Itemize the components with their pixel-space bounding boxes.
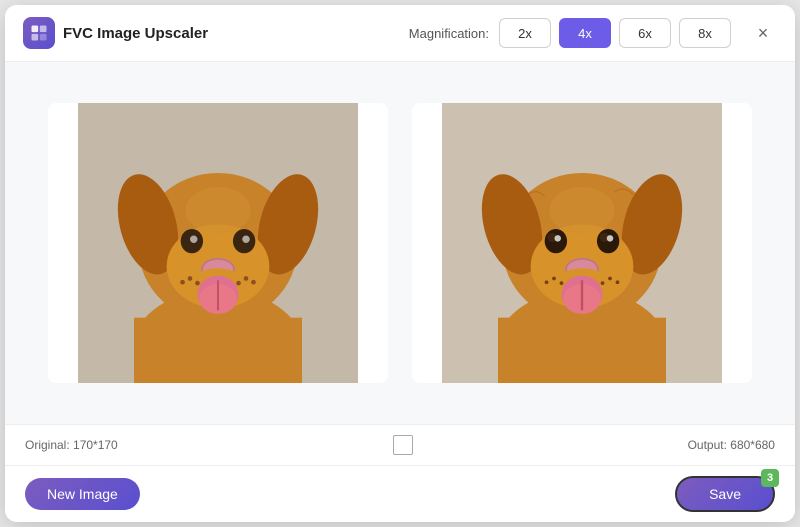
original-info-text: Original: 170*170: [25, 438, 118, 452]
upscaled-dog-image: [442, 103, 722, 383]
main-window: FVC Image Upscaler Magnification: 2x 4x …: [5, 5, 795, 522]
output-info-text: Output: 680*680: [688, 438, 775, 452]
app-logo-icon: [23, 17, 55, 49]
magnification-buttons: 2x 4x 6x 8x: [499, 18, 731, 48]
new-image-button[interactable]: New Image: [25, 478, 140, 510]
magnification-label: Magnification:: [409, 26, 489, 41]
close-button[interactable]: ×: [749, 19, 777, 47]
original-dog-image: [78, 103, 358, 383]
upscaled-image-panel: [412, 103, 752, 383]
content-area: [5, 62, 795, 424]
save-button[interactable]: Save: [675, 476, 775, 512]
original-image-panel: [48, 103, 388, 383]
compare-icon: [393, 435, 413, 455]
mag-8x-button[interactable]: 8x: [679, 18, 731, 48]
mag-4x-button[interactable]: 4x: [559, 18, 611, 48]
mag-6x-button[interactable]: 6x: [619, 18, 671, 48]
header: FVC Image Upscaler Magnification: 2x 4x …: [5, 5, 795, 62]
bottom-bar: Original: 170*170 Output: 680*680: [5, 424, 795, 465]
mag-2x-button[interactable]: 2x: [499, 18, 551, 48]
logo-area: FVC Image Upscaler: [23, 17, 208, 49]
app-title: FVC Image Upscaler: [63, 25, 208, 42]
save-button-wrapper: 3 Save: [675, 476, 775, 512]
save-badge: 3: [761, 469, 779, 487]
